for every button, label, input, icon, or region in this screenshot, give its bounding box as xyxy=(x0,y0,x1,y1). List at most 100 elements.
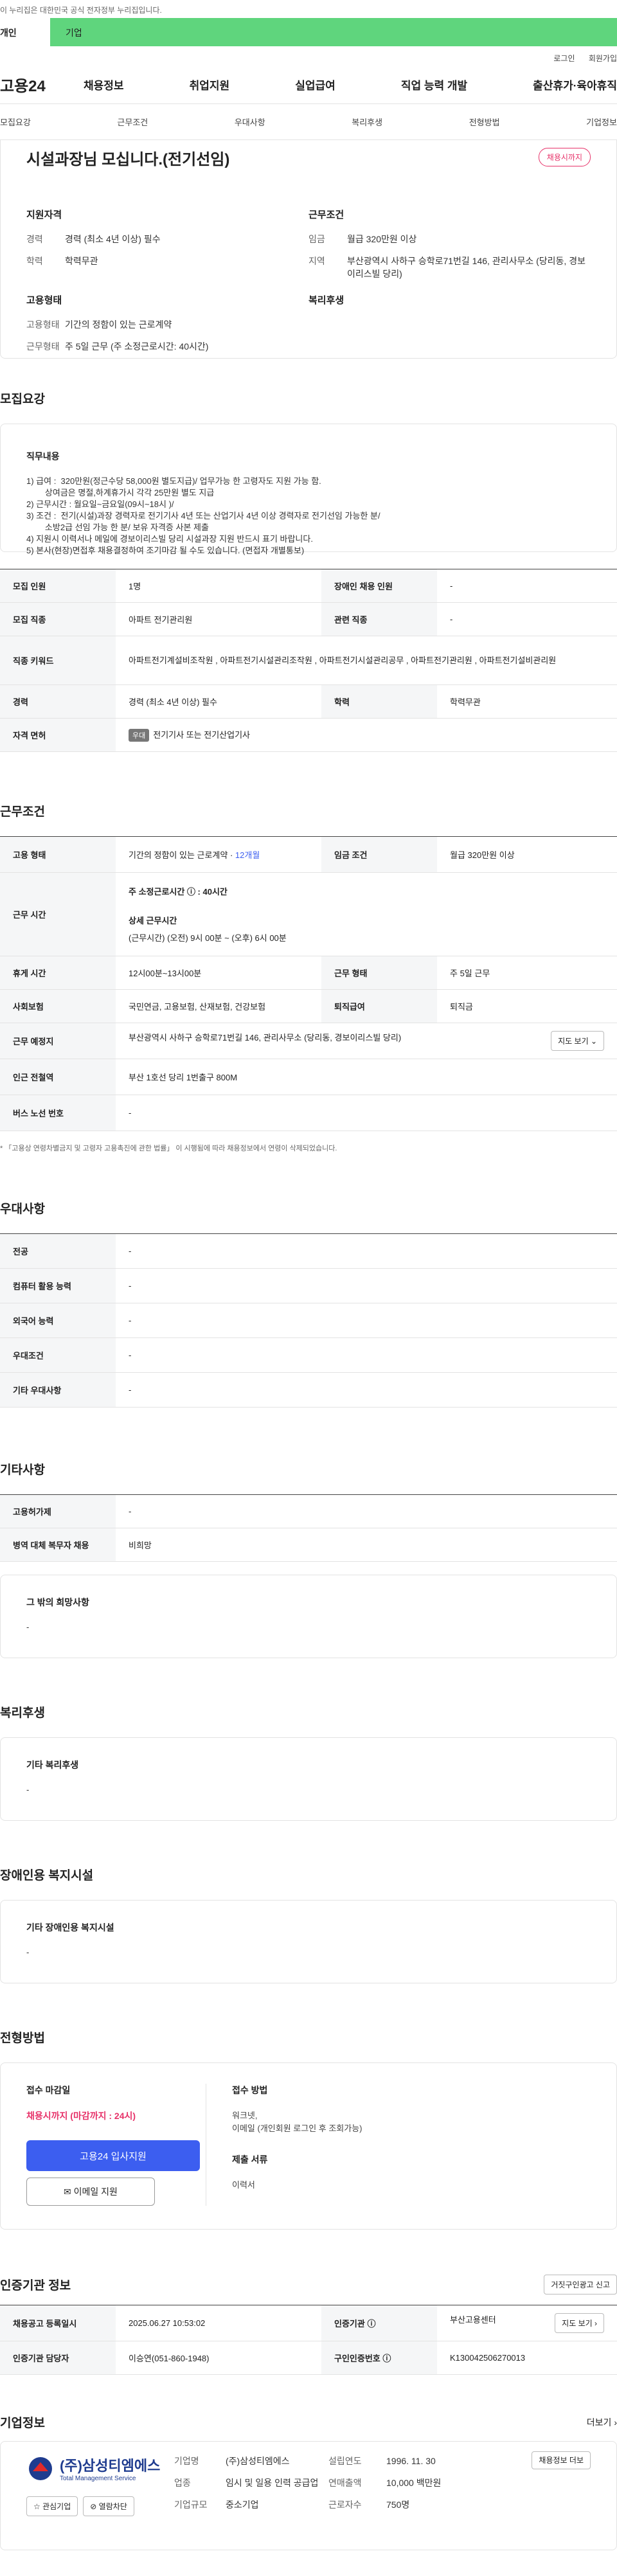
gov-notice-text: 이 누리집은 대한민국 공식 전자정부 누리집입니다. xyxy=(0,6,162,15)
rcareer-label: 경력 xyxy=(0,684,116,719)
anchor-recruit[interactable]: 모집요강 xyxy=(0,116,31,128)
disabled-value: - xyxy=(437,569,617,603)
anchor-pref[interactable]: 우대사항 xyxy=(235,116,265,128)
fav-company-button[interactable]: ☆ 관심기업 xyxy=(26,2496,78,2516)
kw-label: 직종 키워드 xyxy=(0,636,116,685)
worktype-value: 주 5일 근무 (주 소정근로시간: 40시간) xyxy=(65,341,209,352)
table-row: 직종 키워드 아파트전기계설비조작원 , 아파트전기시설관리조작원 , 아파트전… xyxy=(0,636,617,685)
hours-week: 주 소정근로시간 ⓘ : 40시간 xyxy=(129,887,228,897)
table-row: 자격 면허 우대 전기기사 또는 전기산업기사 xyxy=(0,718,617,752)
military-value: 비희망 xyxy=(116,1528,617,1562)
emp-value: 기간의 정함이 있는 근로계약 · xyxy=(129,850,235,860)
cert-header: 인증기관 정보 거짓구인광고 신고 xyxy=(0,2275,617,2294)
sales-value: 10,000 백만원 xyxy=(386,2478,442,2488)
menu-jobs[interactable]: 채용정보 xyxy=(84,76,124,93)
pref-table: 전공 - 컴퓨터 활용 능력 - 외국어 능력 - 우대조건 - 기타 우대사항 - xyxy=(0,1233,617,1408)
welfare-box: 기타 복리후생 - xyxy=(0,1737,617,1821)
other-table: 고용허가제 - 병역 대체 복무자 채용 비희망 xyxy=(0,1494,617,1562)
job-value: 아파트 전기관리원 xyxy=(116,602,321,636)
anchor-company[interactable]: 기업정보 xyxy=(586,116,617,128)
block-company-button[interactable]: ⊘ 열람차단 xyxy=(83,2496,134,2516)
permit-label: 고용허가제 xyxy=(0,1494,116,1528)
form-label: 근무 형태 xyxy=(321,956,437,990)
deadline-value: 채용시까지 (마감까지 : 24시) xyxy=(26,2111,136,2121)
count-value: 1명 xyxy=(116,569,321,603)
deadline-badge: 채용시까지 xyxy=(538,148,591,166)
employees-value: 750명 xyxy=(386,2500,410,2510)
scale-label: 기업규모 xyxy=(174,2500,208,2510)
process-box: 접수 마감일 채용시까지 (마감까지 : 24시) 고용24 입사지원 ✉ 이메… xyxy=(0,2062,617,2230)
qual-heading: 지원자격 xyxy=(26,210,62,220)
docs-heading: 제출 서류 xyxy=(232,2154,268,2165)
anchor-welfare[interactable]: 복리후생 xyxy=(352,116,382,128)
hours-label: 근무 시간 xyxy=(0,872,116,956)
recruit-table: 모집 인원 1명 장애인 채용 인원 - 모집 직종 아파트 전기관리원 관련 … xyxy=(0,569,617,752)
table-row: 경력 경력 (최소 4년 이상) 필수 학력 학력무관 xyxy=(0,684,617,719)
company-logo: (주)삼성티엠에스 Total Management Service xyxy=(26,2455,174,2482)
join-link[interactable]: 회원가입 xyxy=(589,54,617,63)
license-value: 전기기사 또는 전기산업기사 xyxy=(153,730,250,740)
certno-value: K130042506270013 xyxy=(437,2341,617,2375)
job-title: 시설과장님 모십니다.(전기선임) xyxy=(26,151,230,168)
disabled-label: 장애인 채용 인원 xyxy=(321,569,437,603)
welfare-box-heading: 기타 복리후생 xyxy=(26,1760,79,1770)
menu-parental-leave[interactable]: 출산휴가·육아휴직 xyxy=(533,76,617,93)
section-anchor-nav: 모집요강 근무조건 우대사항 복리후생 전형방법 기업정보 xyxy=(0,104,617,140)
other-wish-value: - xyxy=(26,1622,30,1632)
employees-label: 근로자수 xyxy=(328,2500,362,2510)
founded-label: 설립연도 xyxy=(328,2456,362,2466)
menu-unemployment-benefit[interactable]: 실업급여 xyxy=(295,76,335,93)
hours-detail-head: 상세 근무시간 xyxy=(129,916,177,926)
anchor-process[interactable]: 전형방법 xyxy=(469,116,500,128)
org-map-button[interactable]: 지도 보기 › xyxy=(555,2313,604,2333)
mgr-value: 이승연(051-860-1948) xyxy=(116,2341,321,2375)
place-cell: 부산광역시 사하구 승학로71번길 146, 관리사무소 (당리동, 경보이리스… xyxy=(116,1023,617,1059)
login-link[interactable]: 로그인 xyxy=(553,54,575,63)
lang-label: 외국어 능력 xyxy=(0,1303,116,1338)
license-label: 자격 면허 xyxy=(0,718,116,752)
emptype-label: 고용형태 xyxy=(26,319,60,330)
email-apply-button[interactable]: ✉ 이메일 지원 xyxy=(26,2178,155,2206)
company-jobs-button[interactable]: 채용정보 더보 xyxy=(532,2451,591,2469)
emp-heading: 고용형태 xyxy=(26,295,62,306)
pref-section-title: 우대사항 xyxy=(0,1203,45,1216)
table-row: 고용 형태 기간의 정함이 있는 근로계약 · 12개월 임금 조건 월급 32… xyxy=(0,836,617,873)
mgr-label: 인증기관 담당자 xyxy=(0,2341,116,2375)
tab-company[interactable]: 기업 xyxy=(50,18,617,46)
cname-label: 기업명 xyxy=(174,2456,199,2466)
edu-label: 학력 xyxy=(26,256,43,266)
cond-value: - xyxy=(116,1337,617,1373)
kw-value: 아파트전기계설비조작원 , 아파트전기시설관리조작원 , 아파트전기시설관리공무… xyxy=(116,636,617,685)
company-header: 기업정보 더보기 › xyxy=(0,2413,617,2431)
site-logo[interactable]: 고용24 xyxy=(0,73,84,96)
disabled-box-value: - xyxy=(26,1947,30,1957)
menu-vocational-training[interactable]: 직업 능력 개발 xyxy=(401,76,467,93)
table-row: 인증기관 담당자 이승연(051-860-1948) 구인인증번호 ⓘ K130… xyxy=(0,2341,617,2375)
table-row: 전공 - xyxy=(0,1233,617,1269)
company-section-title: 기업정보 xyxy=(0,2417,45,2430)
pref-chip: 우대 xyxy=(129,729,150,742)
gov-notice: 이 누리집은 대한민국 공식 전자정부 누리집입니다. xyxy=(0,0,617,18)
disabled-box-heading: 기타 장애인용 복지시설 xyxy=(26,1922,114,1933)
other-wish-box: 그 밖의 희망사항 - xyxy=(0,1575,617,1658)
wcond-value: 월급 320만원 이상 xyxy=(437,836,617,873)
cert-table: 채용공고 등록일시 2025.06.27 10:53:02 인증기관 ⓘ 부산고… xyxy=(0,2305,617,2375)
certno-label: 구인인증번호 ⓘ xyxy=(321,2341,437,2375)
tab-personal[interactable]: 개인 xyxy=(0,18,50,46)
reg-value: 2025.06.27 10:53:02 xyxy=(116,2305,321,2341)
welfare-heading: 복리후생 xyxy=(308,295,344,306)
wage-value: 월급 320만원 이상 xyxy=(347,234,417,244)
ins-label: 사회보험 xyxy=(0,989,116,1023)
map-button[interactable]: 지도 보기 ⌄ xyxy=(551,1031,604,1051)
company-box: (주)삼성티엠에스 Total Management Service ☆ 관심기… xyxy=(0,2441,617,2550)
report-button[interactable]: 거짓구인광고 신고 xyxy=(544,2275,617,2294)
region-label: 지역 xyxy=(308,256,325,266)
cond-label: 우대조건 xyxy=(0,1337,116,1373)
method-heading: 접수 방법 xyxy=(232,2085,268,2095)
anchor-work[interactable]: 근무조건 xyxy=(117,116,148,128)
table-row: 외국어 능력 - xyxy=(0,1303,617,1338)
table-row: 모집 직종 아파트 전기관리원 관련 직종 - xyxy=(0,602,617,636)
menu-employment-support[interactable]: 취업지원 xyxy=(190,76,230,93)
company-more-link[interactable]: 더보기 › xyxy=(587,2416,617,2429)
apply-button[interactable]: 고용24 입사지원 xyxy=(26,2140,200,2171)
